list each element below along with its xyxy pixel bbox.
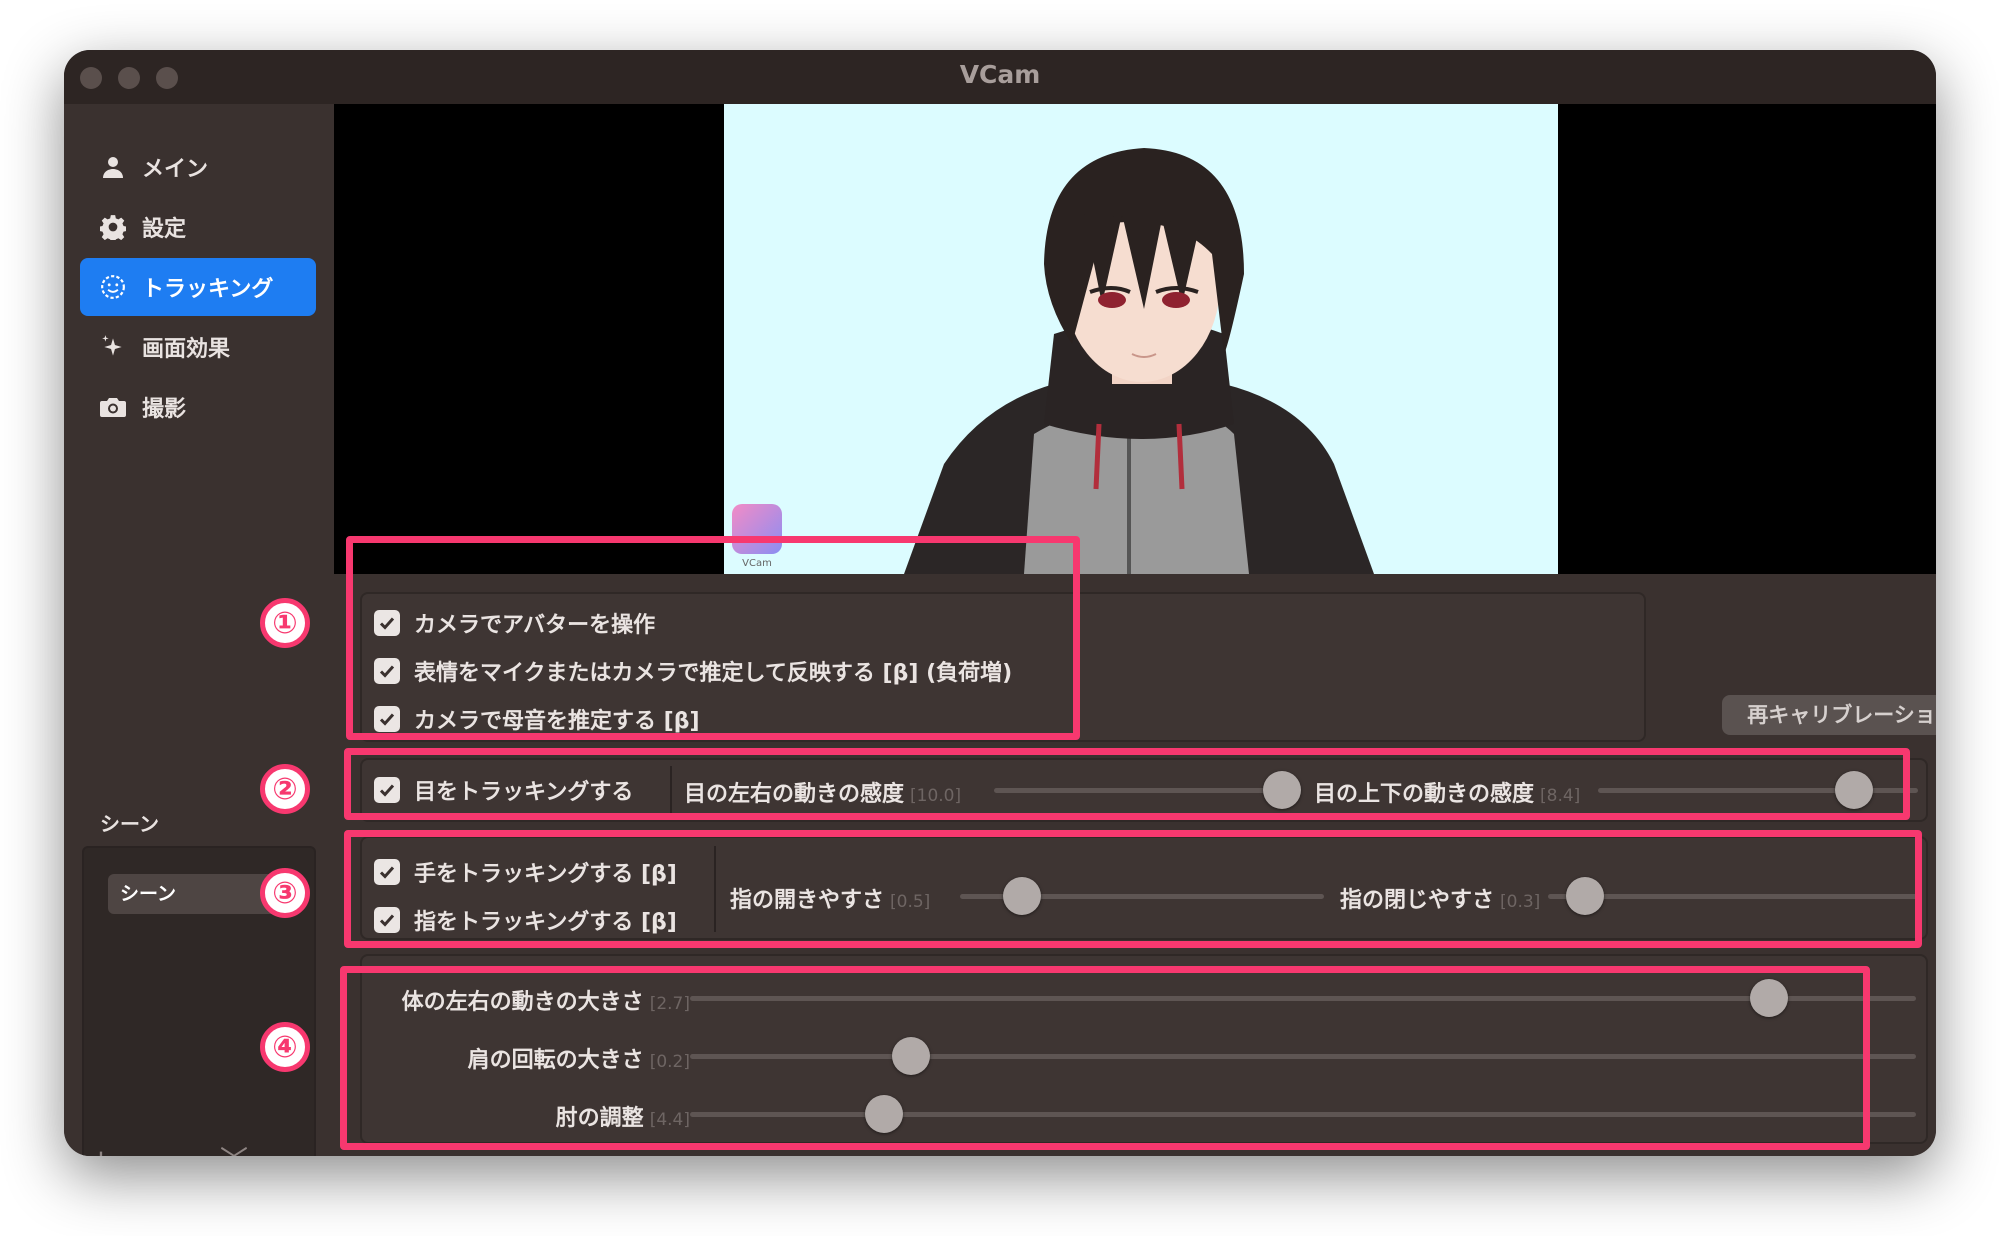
sidebar-item-settings[interactable]: 設定 bbox=[80, 198, 316, 256]
person-icon bbox=[94, 155, 132, 179]
elbow-adjustment-slider[interactable] bbox=[690, 1095, 1916, 1133]
body-sway-slider[interactable] bbox=[690, 979, 1916, 1017]
annotation-badge-4: ④ bbox=[260, 1022, 310, 1072]
title-bar: VCam bbox=[64, 50, 1936, 104]
window-title: VCam bbox=[959, 60, 1041, 89]
sparkle-icon bbox=[94, 334, 132, 360]
eye-vertical-sensitivity-label: 目の上下の動きの感度 [8.4] bbox=[1314, 782, 1581, 807]
finger-tracking-option[interactable]: 指をトラッキングする [β] bbox=[374, 904, 677, 936]
annotation-badge-2: ② bbox=[260, 764, 310, 814]
sidebar-item-screen-effects[interactable]: 画面効果 bbox=[80, 318, 316, 376]
option-label: カメラで母音を推定する [β] bbox=[414, 709, 700, 734]
checkbox-checked-icon[interactable] bbox=[374, 706, 400, 732]
vowel-estimation-option[interactable]: カメラで母音を推定する [β] bbox=[374, 703, 700, 735]
eye-tracking-option[interactable]: 目をトラッキングする bbox=[374, 774, 633, 806]
slider-thumb[interactable] bbox=[1002, 877, 1041, 915]
slider-thumb[interactable] bbox=[891, 1037, 930, 1075]
finger-open-ease-label: 指の開きやすさ [0.5] bbox=[730, 888, 931, 913]
annotation-badge-3: ③ bbox=[260, 868, 310, 918]
option-label: 表情をマイクまたはカメラで推定して反映する [β] (負荷増) bbox=[414, 661, 1013, 686]
option-label: カメラでアバターを操作 bbox=[414, 613, 656, 638]
scene-toolbar: + — ︿ ﹀ bbox=[82, 1143, 252, 1157]
avatar-illustration bbox=[724, 104, 1558, 574]
add-scene-button[interactable]: + bbox=[88, 1143, 114, 1157]
avatar-preview: VCam bbox=[334, 104, 1936, 574]
checkbox-checked-icon[interactable] bbox=[374, 859, 400, 885]
slider-thumb[interactable] bbox=[1835, 771, 1873, 809]
camera-icon bbox=[94, 395, 132, 419]
gear-icon bbox=[94, 214, 132, 240]
sidebar-item-label: 撮影 bbox=[142, 397, 187, 422]
option-label: 指をトラッキングする [β] bbox=[414, 910, 677, 935]
eye-vertical-sensitivity-slider[interactable] bbox=[1598, 771, 1918, 809]
avatar-preview-image: VCam bbox=[724, 104, 1558, 574]
eye-horizontal-sensitivity-label: 目の左右の動きの感度 [10.0] bbox=[684, 782, 962, 807]
slider-thumb[interactable] bbox=[1566, 877, 1604, 915]
remove-scene-button[interactable]: — bbox=[132, 1143, 160, 1157]
slider-thumb[interactable] bbox=[864, 1095, 903, 1133]
slider-thumb[interactable] bbox=[1263, 771, 1301, 809]
body-sway-label: 体の左右の動きの大きさ [2.7] bbox=[401, 990, 690, 1015]
checkbox-checked-icon[interactable] bbox=[374, 610, 400, 636]
option-label: 手をトラッキングする [β] bbox=[414, 862, 677, 887]
divider bbox=[670, 766, 672, 814]
sidebar-item-main[interactable]: メイン bbox=[80, 138, 316, 196]
sidebar-item-label: 設定 bbox=[142, 217, 187, 242]
option-label: 目をトラッキングする bbox=[414, 780, 634, 805]
scene-section-title: シーン bbox=[100, 812, 159, 836]
app-window: VCam メイン 設定 トラッキング 画面効果 撮影 シーン シーン VCam … bbox=[64, 50, 1936, 1156]
vcam-logo-icon bbox=[732, 504, 782, 554]
move-scene-up-button[interactable]: ︿ bbox=[176, 1139, 204, 1156]
move-scene-down-button[interactable]: ﹀ bbox=[220, 1139, 248, 1156]
sidebar-item-label: トラッキング bbox=[142, 277, 274, 302]
recalibrate-button[interactable]: 再キャリブレーション bbox=[1722, 695, 1936, 735]
elbow-adjustment-label: 肘の調整 [4.4] bbox=[555, 1106, 690, 1131]
smiley-icon bbox=[94, 274, 132, 300]
camera-avatar-control-option[interactable]: カメラでアバターを操作 bbox=[374, 607, 655, 639]
vcam-logo-text: VCam bbox=[742, 558, 772, 569]
shoulder-rotation-label: 肩の回転の大きさ [0.2] bbox=[467, 1048, 690, 1073]
annotation-badge-1: ① bbox=[260, 598, 310, 648]
sidebar-item-label: 画面効果 bbox=[142, 337, 231, 362]
sidebar-item-label: メイン bbox=[142, 157, 209, 182]
sidebar-item-tracking[interactable]: トラッキング bbox=[80, 258, 316, 316]
finger-close-ease-slider[interactable] bbox=[1548, 877, 1918, 915]
eye-horizontal-sensitivity-slider[interactable] bbox=[994, 771, 1301, 809]
checkbox-checked-icon[interactable] bbox=[374, 658, 400, 684]
checkbox-checked-icon[interactable] bbox=[374, 907, 400, 933]
shoulder-rotation-slider[interactable] bbox=[690, 1037, 1916, 1075]
checkbox-checked-icon[interactable] bbox=[374, 777, 400, 803]
hand-tracking-option[interactable]: 手をトラッキングする [β] bbox=[374, 856, 677, 888]
sidebar-item-capture[interactable]: 撮影 bbox=[80, 378, 316, 436]
finger-open-ease-slider[interactable] bbox=[960, 877, 1324, 915]
expression-estimation-option[interactable]: 表情をマイクまたはカメラで推定して反映する [β] (負荷増) bbox=[374, 655, 1012, 687]
divider bbox=[714, 846, 716, 932]
slider-thumb[interactable] bbox=[1749, 979, 1788, 1017]
finger-close-ease-label: 指の閉じやすさ [0.3] bbox=[1340, 888, 1541, 913]
